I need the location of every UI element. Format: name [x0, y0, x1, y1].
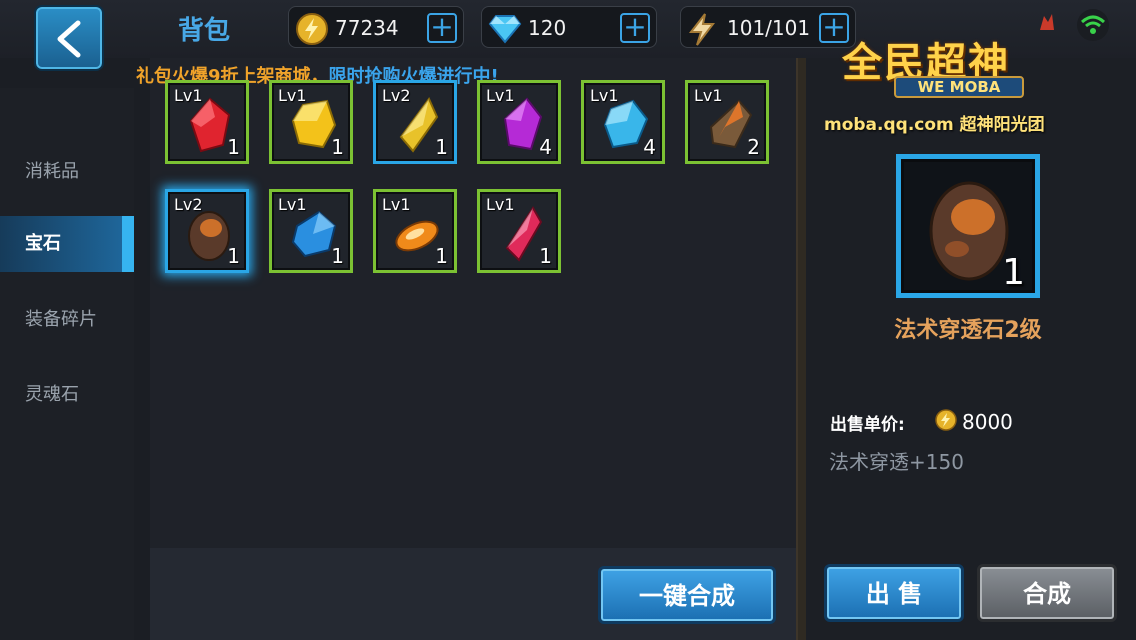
gold-resource: 77234 +	[288, 6, 464, 48]
diamond-icon	[488, 15, 522, 44]
gem-level: Lv1	[174, 86, 203, 105]
sell-price-value: 8000	[962, 410, 1013, 434]
gem-level: Lv1	[278, 86, 307, 105]
energy-value: 101/101	[727, 16, 811, 40]
back-button[interactable]	[34, 5, 104, 71]
gem-slot[interactable]: Lv1 1	[269, 80, 353, 164]
gold-value: 77234	[335, 16, 399, 40]
gem-slot[interactable]: Lv1 4	[581, 80, 665, 164]
diamond-value: 120	[528, 16, 567, 40]
gem-slot[interactable]: Lv1 1	[165, 80, 249, 164]
gem-slot[interactable]: Lv1 1	[477, 189, 561, 273]
gem-count: 4	[643, 135, 656, 159]
sell-button[interactable]: 出 售	[824, 564, 964, 622]
merge-all-button[interactable]: 一键合成	[598, 566, 776, 624]
gem-level: Lv1	[382, 195, 411, 214]
gem-count: 1	[435, 244, 448, 268]
gem-slot[interactable]: Lv1 1	[373, 189, 457, 273]
gem-count: 1	[331, 244, 344, 268]
selected-item-name: 法术穿透石2级	[894, 318, 1042, 343]
gem-count: 2	[747, 135, 760, 159]
gold-coin-icon	[296, 13, 328, 45]
item-effect: 法术穿透+150	[829, 450, 964, 474]
combine-button[interactable]: 合成	[977, 564, 1117, 622]
detail-panel	[806, 58, 1136, 640]
add-diamond-button[interactable]: +	[620, 13, 650, 43]
sidebar-item-consumables[interactable]: 消耗品	[0, 144, 134, 200]
energy-icon	[688, 13, 716, 46]
sidebar-item-equipment-shards[interactable]: 装备碎片	[0, 292, 134, 348]
gem-level: Lv1	[590, 86, 619, 105]
gem-slot[interactable]: Lv1 1	[269, 189, 353, 273]
gem-slot[interactable]: Lv2 1	[373, 80, 457, 164]
sell-price-label: 出售单价:	[830, 415, 905, 435]
gem-count: 1	[435, 135, 448, 159]
gem-slot[interactable]: Lv1 4	[477, 80, 561, 164]
gem-count: 4	[539, 135, 552, 159]
gem-level: Lv1	[694, 86, 723, 105]
gem-level: Lv1	[486, 195, 515, 214]
panel-divider	[796, 58, 806, 640]
add-gold-button[interactable]: +	[427, 13, 457, 43]
gem-level: Lv2	[174, 195, 203, 214]
gem-count: 1	[227, 244, 240, 268]
selected-item-count: 1	[1002, 252, 1025, 293]
gem-slot[interactable]: Lv1 2	[685, 80, 769, 164]
gem-level: Lv1	[278, 195, 307, 214]
back-arrow-icon	[57, 20, 81, 58]
logo-watermark: moba.qq.com 超神阳光团	[824, 115, 1045, 135]
sidebar-item-gems[interactable]: 宝石	[0, 216, 134, 272]
gem-count: 1	[539, 244, 552, 268]
gold-coin-icon	[935, 409, 957, 431]
gem-level: Lv1	[486, 86, 515, 105]
gem-count: 1	[227, 135, 240, 159]
sidebar-item-soul-stones[interactable]: 灵魂石	[0, 367, 134, 423]
logo-subtitle: WE MOBA	[894, 76, 1024, 98]
gem-slot-selected[interactable]: Lv2 1	[165, 189, 249, 273]
diamond-resource: 120 +	[481, 6, 657, 48]
game-logo: 全民超神 WE MOBA moba.qq.com 超神阳光团	[824, 22, 1094, 135]
gem-count: 1	[331, 135, 344, 159]
gem-level: Lv2	[382, 86, 411, 105]
page-title: 背包	[178, 16, 231, 46]
selected-item-preview: 1	[896, 154, 1040, 298]
